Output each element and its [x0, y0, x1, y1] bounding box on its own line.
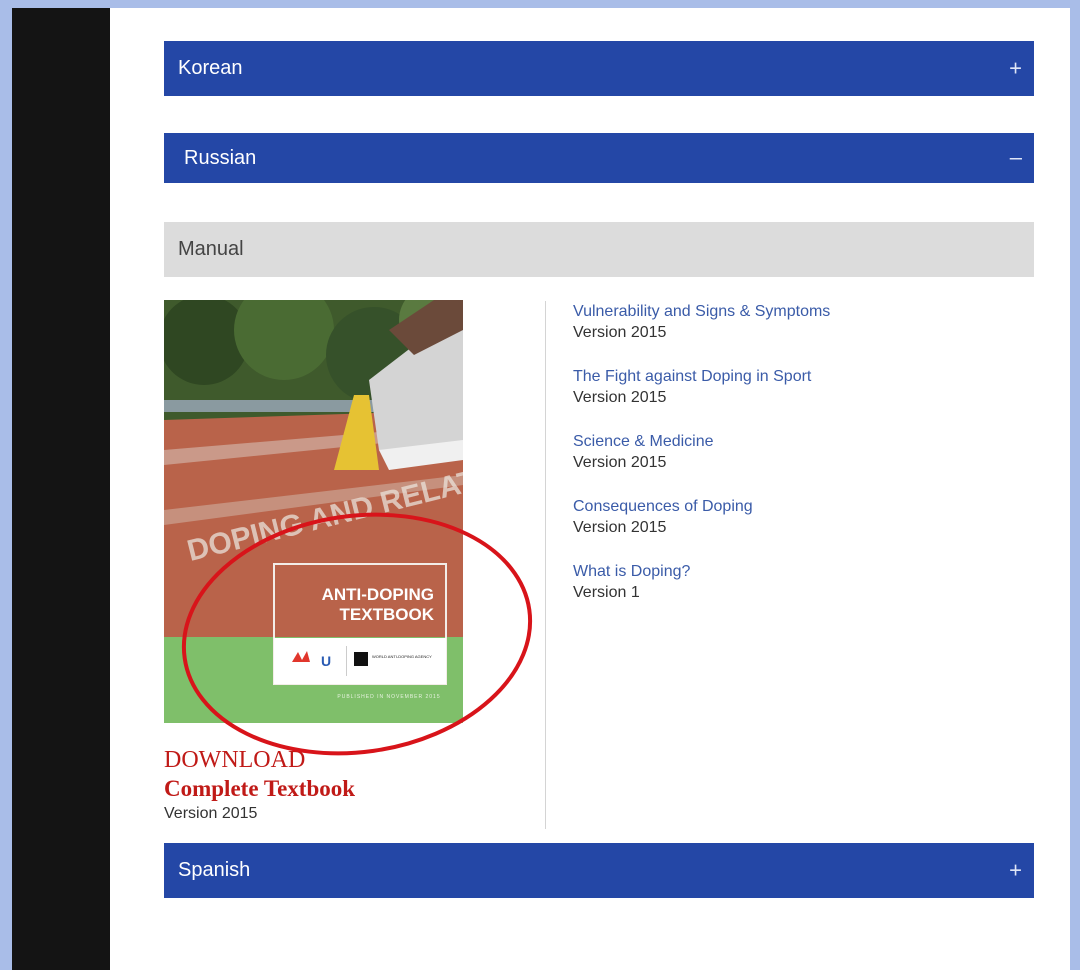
document-link[interactable]: The Fight against Doping in Sport — [573, 367, 830, 387]
document-item: Science & Medicine Version 2015 — [573, 432, 830, 474]
document-item: Vulnerability and Signs & Symptoms Versi… — [573, 302, 830, 344]
accordion-spanish-label: Spanish — [178, 859, 251, 881]
expand-plus-icon[interactable]: + — [1009, 55, 1022, 81]
svg-text:U: U — [321, 653, 331, 669]
document-list: Vulnerability and Signs & Symptoms Versi… — [573, 302, 830, 627]
document-version: Version 1 — [573, 584, 640, 601]
cover-title-line2: TEXTBOOK — [340, 605, 435, 624]
left-dark-strip — [12, 8, 110, 970]
accordion-spanish[interactable]: Spanish + — [164, 843, 1034, 898]
manual-header-label: Manual — [178, 238, 244, 260]
expand-plus-icon[interactable]: + — [1009, 857, 1022, 883]
column-divider — [545, 301, 546, 829]
document-link[interactable]: Consequences of Doping — [573, 497, 830, 517]
document-version: Version 2015 — [573, 454, 667, 471]
document-version: Version 2015 — [573, 324, 667, 341]
document-version: Version 2015 — [573, 389, 667, 406]
manual-section-header: Manual — [164, 222, 1034, 277]
document-item: What is Doping? Version 1 — [573, 562, 830, 604]
document-link[interactable]: Vulnerability and Signs & Symptoms — [573, 302, 830, 322]
textbook-cover-image[interactable]: DOPING AND RELATED ISSUES ANTI-DOPING TE… — [164, 300, 463, 723]
download-label[interactable]: DOWNLOAD — [164, 746, 355, 774]
cover-title-line1: ANTI-DOPING — [322, 585, 434, 604]
document-item: Consequences of Doping Version 2015 — [573, 497, 830, 539]
document-item: The Fight against Doping in Sport Versio… — [573, 367, 830, 409]
accordion-korean[interactable]: Korean + — [164, 41, 1034, 96]
textbook-cover-illustration: DOPING AND RELATED ISSUES ANTI-DOPING TE… — [164, 300, 463, 723]
published-line: PUBLISHED IN NOVEMBER 2015 — [337, 694, 440, 700]
accordion-korean-label: Korean — [178, 57, 243, 79]
document-link[interactable]: What is Doping? — [573, 562, 830, 582]
download-complete-textbook[interactable]: DOWNLOAD Complete Textbook Version 2015 — [164, 746, 355, 824]
accordion-russian[interactable]: Russian – — [164, 133, 1034, 183]
accordion-russian-label: Russian — [184, 146, 257, 169]
document-version: Version 2015 — [573, 519, 667, 536]
collapse-minus-icon[interactable]: – — [1010, 144, 1022, 170]
publisher-text: WORLD ANTI-DOPING AGENCY — [372, 654, 432, 659]
download-subtitle[interactable]: Complete Textbook — [164, 774, 355, 804]
download-version: Version 2015 — [164, 805, 258, 822]
document-link[interactable]: Science & Medicine — [573, 432, 830, 452]
